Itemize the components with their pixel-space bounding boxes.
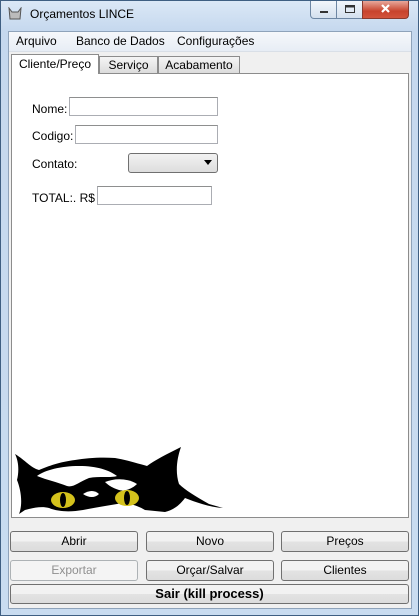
app-window: Orçamentos LINCE Arquivo Banco de Dados … — [0, 0, 419, 616]
tab-cliente-preco[interactable]: Cliente/Preço — [11, 54, 99, 74]
menu-banco-de-dados[interactable]: Banco de Dados — [76, 34, 165, 48]
tab-panel-cliente-preco: Nome: Codigo: Contato: TOTAL:. R$ — [11, 73, 409, 518]
maximize-button[interactable] — [336, 1, 363, 19]
precos-button[interactable]: Preços — [281, 531, 409, 552]
menu-configuracoes[interactable]: Configurações — [177, 34, 254, 48]
minimize-button[interactable] — [310, 1, 337, 19]
nome-field[interactable] — [69, 97, 218, 116]
codigo-field[interactable] — [75, 125, 218, 144]
contato-label: Contato: — [32, 157, 78, 171]
orcar-salvar-button[interactable]: Orçar/Salvar — [146, 560, 274, 581]
lince-cat-illustration — [15, 447, 223, 514]
close-button[interactable] — [362, 1, 409, 19]
close-icon — [381, 4, 390, 13]
client-area: Arquivo Banco de Dados Configurações Cli… — [8, 31, 412, 609]
tab-servico[interactable]: Serviço — [99, 56, 158, 73]
title-bar[interactable]: Orçamentos LINCE — [1, 1, 418, 29]
chevron-down-icon — [204, 160, 212, 165]
exportar-button: Exportar — [10, 560, 138, 581]
abrir-button[interactable]: Abrir — [10, 531, 138, 552]
sair-button[interactable]: Sair (kill process) — [10, 584, 409, 604]
total-label: TOTAL:. R$ — [32, 191, 95, 205]
minimize-icon — [320, 11, 328, 13]
clientes-button[interactable]: Clientes — [281, 560, 409, 581]
tab-acabamento[interactable]: Acabamento — [158, 56, 240, 73]
window-title: Orçamentos LINCE — [30, 7, 135, 21]
menu-bar: Arquivo Banco de Dados Configurações — [9, 32, 411, 52]
maximize-icon — [345, 5, 355, 13]
cat-icon — [8, 7, 22, 20]
novo-button[interactable]: Novo — [146, 531, 274, 552]
nome-label: Nome: — [32, 102, 68, 116]
contato-dropdown[interactable] — [128, 153, 218, 173]
total-field[interactable] — [97, 186, 212, 205]
menu-arquivo[interactable]: Arquivo — [16, 34, 57, 48]
codigo-label: Codigo: — [32, 129, 74, 143]
